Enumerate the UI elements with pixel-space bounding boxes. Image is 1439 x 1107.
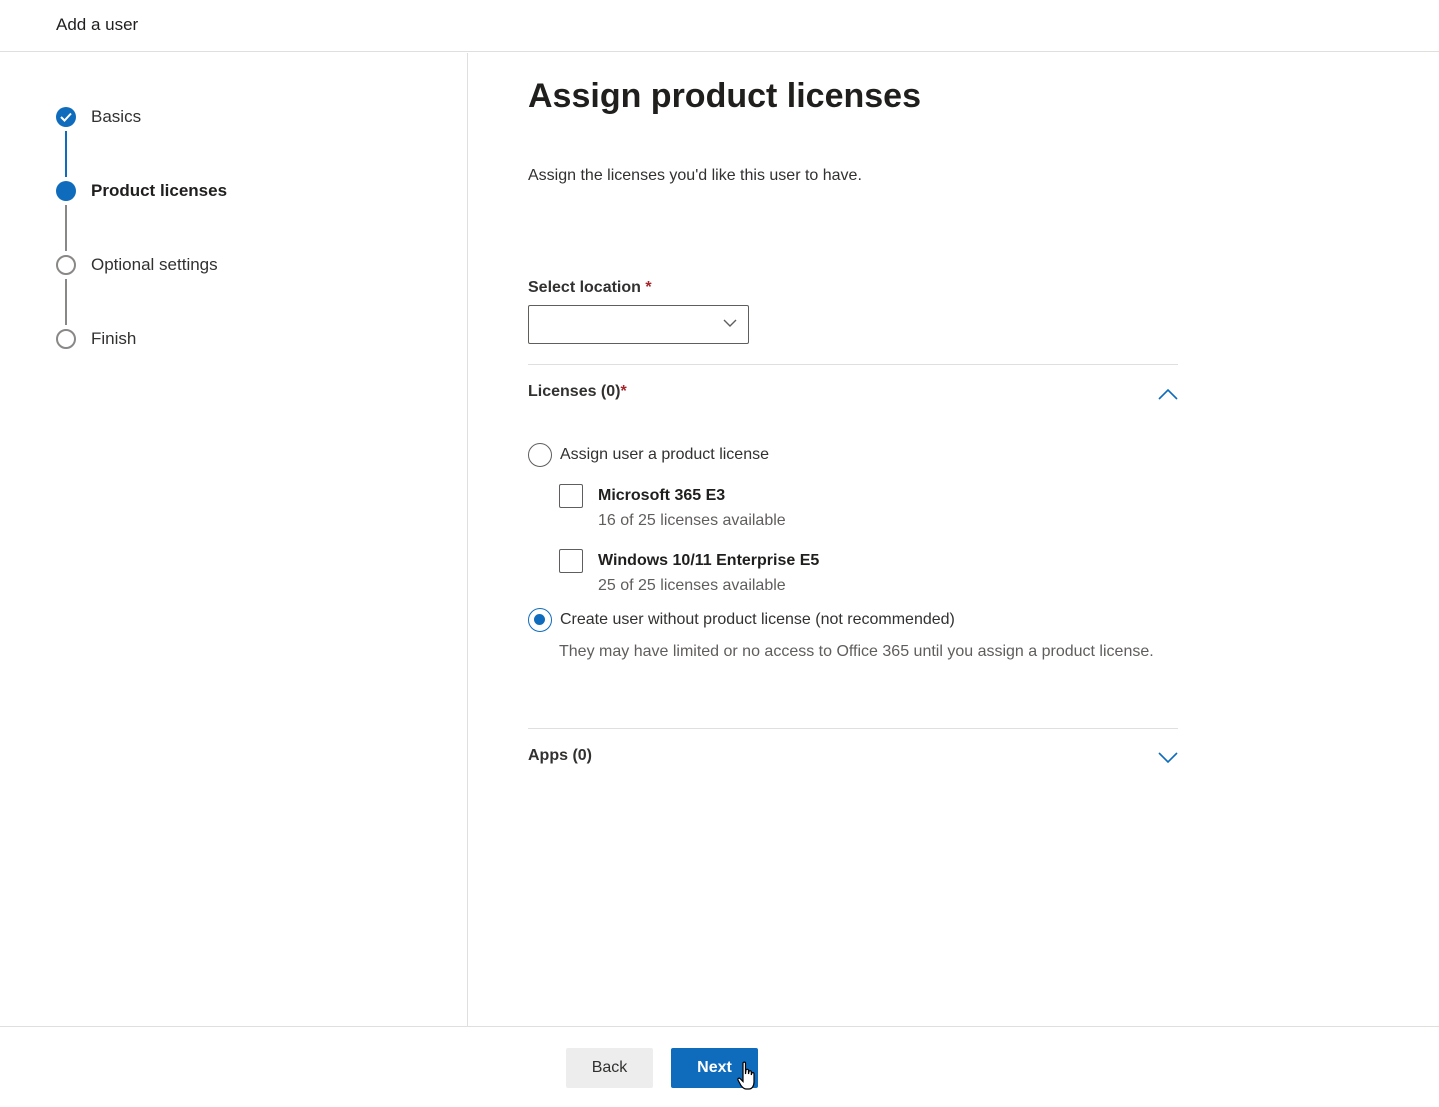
step-label: Optional settings (91, 255, 218, 274)
license-availability: 16 of 25 licenses available (598, 512, 786, 529)
apps-section-header[interactable]: Apps (0) (528, 747, 1178, 771)
location-dropdown[interactable] (528, 305, 749, 344)
step-label: Product licenses (91, 181, 228, 200)
step-product-licenses[interactable]: Product licenses (56, 180, 227, 202)
section-divider (528, 728, 1178, 729)
location-label: Select location * (528, 279, 652, 297)
step-basics[interactable]: Basics (56, 106, 141, 128)
top-bar: Add a user (0, 0, 1439, 52)
chevron-up-icon[interactable] (1158, 388, 1178, 400)
step-pending-icon (56, 255, 76, 275)
radio-label: Create user without product license (not… (560, 611, 955, 628)
step-current-icon (56, 181, 76, 201)
radio-button-selected[interactable] (528, 608, 552, 632)
panel-title: Add a user (56, 15, 139, 34)
license-name: Windows 10/11 Enterprise E5 (598, 552, 820, 569)
footer-bar: Back Next (0, 1026, 1439, 1107)
step-optional-settings: Optional settings (56, 254, 218, 276)
step-connector (65, 131, 67, 177)
radio-button[interactable] (528, 443, 552, 467)
location-label-text: Select location (528, 279, 641, 296)
back-button[interactable]: Back (566, 1048, 653, 1088)
chevron-down-icon[interactable] (1158, 752, 1178, 764)
required-asterisk: * (645, 279, 652, 296)
page-subtitle: Assign the licenses you'd like this user… (528, 167, 862, 184)
license-checkbox[interactable] (559, 484, 583, 508)
step-connector (65, 279, 67, 325)
step-connector (65, 205, 67, 251)
no-license-warning: They may have limited or no access to Of… (559, 643, 1154, 660)
hand-cursor-icon (737, 1061, 755, 1090)
radio-label: Assign user a product license (560, 446, 769, 463)
license-availability: 25 of 25 licenses available (598, 577, 786, 594)
step-pending-icon (56, 329, 76, 349)
licenses-section-title: Licenses (0)* (528, 383, 627, 400)
apps-section-title: Apps (0) (528, 747, 592, 764)
step-done-check-icon (56, 107, 76, 127)
section-divider (528, 364, 1178, 365)
wizard-steps: Basics Product licenses Optional setting… (0, 53, 468, 1026)
step-label: Basics (91, 107, 142, 126)
page-title: Assign product licenses (528, 77, 921, 115)
no-license-radio[interactable]: Create user without product license (not… (528, 608, 955, 632)
licenses-section-header[interactable]: Licenses (0)* (528, 383, 1178, 407)
license-checkbox[interactable] (559, 549, 583, 573)
license-name: Microsoft 365 E3 (598, 487, 726, 504)
step-label: Finish (91, 329, 137, 348)
chevron-down-icon (723, 319, 737, 327)
step-finish: Finish (56, 328, 136, 350)
assign-license-radio[interactable]: Assign user a product license (528, 443, 769, 467)
